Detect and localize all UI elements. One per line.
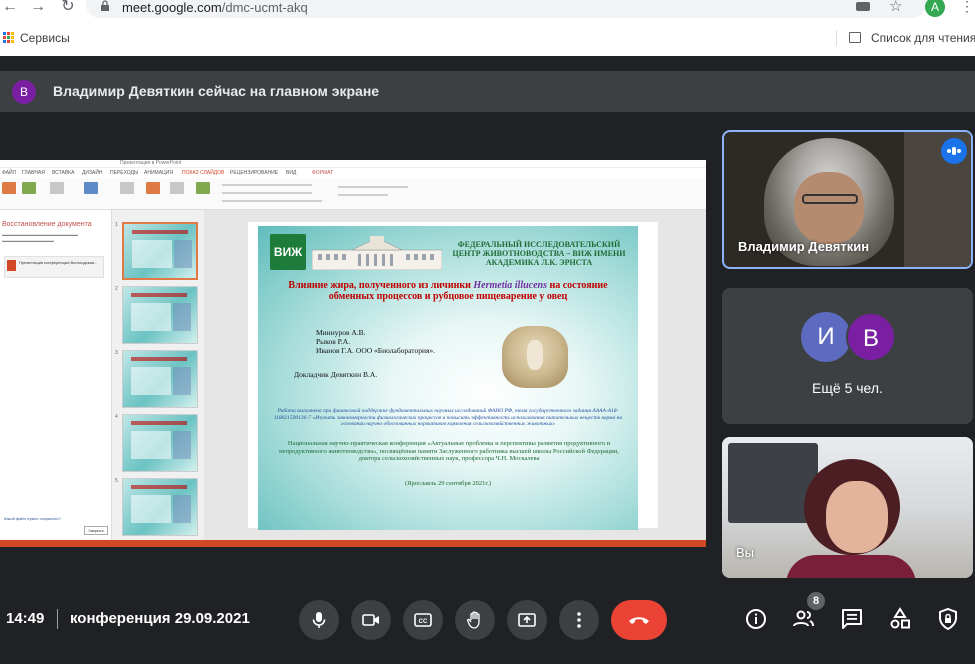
participant-avatar: В: [846, 312, 896, 362]
slide-thumbnail[interactable]: [122, 478, 198, 536]
self-label: Вы: [736, 545, 755, 560]
participant-name: Владимир Девяткин: [738, 239, 870, 254]
url-text[interactable]: meet.google.com/dmc-ucmt-akq: [122, 0, 308, 15]
people-icon: [793, 610, 814, 627]
participant-avatar: И: [801, 312, 851, 362]
bookmarks-bar: Сервисы Список для чтения: [0, 26, 975, 50]
present-screen-button[interactable]: [507, 600, 547, 640]
speaker-line: Докладчик Девяткин В.А.: [294, 370, 378, 379]
ppt-tab: ВСТАВКА: [52, 170, 75, 176]
more-options-button[interactable]: [559, 600, 599, 640]
authors-list: Миннуров А.В. Рыков Р.А. Иванов Г.А. ООО…: [316, 328, 436, 355]
clock: 14:49: [6, 610, 45, 627]
participant-tile-others[interactable]: И В Ещё 5 чел.: [722, 288, 973, 424]
captions-button[interactable]: CC: [403, 600, 443, 640]
ppt-tab: ПЕРЕХОДЫ: [110, 170, 139, 176]
institute-name: ФЕДЕРАЛЬНЫЙ ИССЛЕДОВАТЕЛЬСКИЙ ЦЕНТР ЖИВО…: [452, 240, 626, 267]
info-icon: [746, 609, 766, 629]
slide-thumbnail[interactable]: [122, 286, 198, 344]
institute-logo: ВИЖ: [270, 234, 306, 270]
bookmarks-divider: [836, 30, 837, 46]
ppt-tab: АНИМАЦИЯ: [144, 170, 173, 176]
recovered-file-item[interactable]: Презентация конференция Вологодская...: [4, 256, 104, 278]
ppt-tab: ДИЗАЙН: [82, 170, 103, 176]
conference-info: Национальная научно-практическая конфере…: [279, 440, 619, 462]
profile-avatar[interactable]: A: [925, 0, 945, 17]
activities-button[interactable]: [887, 606, 913, 632]
reload-icon[interactable]: ↻: [58, 0, 78, 18]
participant-tile-self[interactable]: Вы: [722, 437, 973, 578]
more-vert-icon: [577, 612, 581, 628]
current-slide: ВИЖ ФЕДЕРАЛЬНЫЙ ИССЛЕДОВАТЕЛЬСКИЙ ЦЕНТР …: [258, 226, 638, 530]
hang-up-icon: [629, 617, 649, 624]
bottom-divider: [57, 609, 58, 629]
presentation-banner: В Владимир Девяткин сейчас на главном эк…: [0, 71, 975, 112]
presenter-avatar: В: [12, 80, 36, 104]
speaking-indicator-icon: [941, 138, 967, 164]
reading-list-icon[interactable]: [849, 32, 861, 43]
video-camera-icon: [362, 614, 379, 626]
ppt-tab-active: ПОКАЗ СЛАЙДОВ: [182, 170, 225, 176]
people-button[interactable]: [791, 606, 817, 632]
ppt-title-bar: Презентация в PowerPoint: [0, 160, 706, 168]
funding-note: Работа выполнена при финансовой поддержк…: [273, 408, 623, 427]
apps-bookmark[interactable]: Сервисы: [20, 31, 70, 45]
browser-menu-icon[interactable]: ⋮: [960, 0, 974, 15]
shared-screen: Презентация в PowerPoint ФАЙЛ ГЛАВНАЯ ВС…: [0, 160, 706, 547]
ppt-ribbon: [0, 178, 706, 210]
toolbar: ← → ↻ meet.google.com/dmc-ucmt-akq ☆ A ⋮: [0, 0, 975, 22]
present-screen-icon: [518, 613, 536, 627]
closed-captions-icon: CC: [414, 613, 432, 627]
host-controls-button[interactable]: [935, 606, 961, 632]
participants-count-badge: 8: [807, 592, 825, 610]
activities-icon: [890, 607, 910, 629]
back-arrow-icon[interactable]: ←: [0, 0, 20, 18]
building-image: [312, 236, 442, 270]
slide-thumbnail[interactable]: [122, 350, 198, 408]
apps-grid-icon[interactable]: [3, 32, 14, 43]
bookmark-star-icon[interactable]: ☆: [889, 0, 902, 15]
hand-icon: [466, 611, 480, 629]
svg-text:CC: CC: [419, 619, 428, 625]
powerpoint-file-icon: [7, 260, 16, 271]
ppt-ribbon-tabs: ФАЙЛ ГЛАВНАЯ ВСТАВКА ДИЗАЙН ПЕРЕХОДЫ АНИ…: [0, 168, 706, 178]
sheep-image: [502, 326, 568, 388]
microphone-icon: [312, 612, 326, 628]
leave-call-button[interactable]: [611, 600, 667, 640]
self-video: [826, 481, 888, 553]
slide-thumbnails: 1 2 3 4 5: [112, 210, 204, 540]
raise-hand-button[interactable]: [455, 600, 495, 640]
browser-chrome: ← → ↻ meet.google.com/dmc-ucmt-akq ☆ A ⋮…: [0, 0, 975, 56]
slide-thumbnail[interactable]: [122, 414, 198, 472]
meeting-name: конференция 29.09.2021: [70, 610, 250, 627]
chat-icon: [842, 609, 862, 629]
microphone-button[interactable]: [299, 600, 339, 640]
shield-lock-icon: [939, 607, 957, 631]
more-participants-label: Ещё 5 чел.: [812, 380, 883, 396]
forward-arrow-icon[interactable]: →: [28, 0, 48, 18]
recovery-help-link[interactable]: Какой файл нужно сохранить?: [4, 516, 61, 521]
camera-button[interactable]: [351, 600, 391, 640]
ppt-tab: ФАЙЛ: [2, 170, 16, 176]
document-recovery-pane: Восстановление документа ▬▬▬▬▬▬▬▬▬▬▬▬▬▬▬…: [0, 210, 112, 540]
ppt-tab: ВИД: [286, 170, 297, 176]
reading-list-button[interactable]: Список для чтения: [871, 31, 975, 45]
conference-date: (Ярославль 29 сентября 2021г.): [404, 480, 492, 487]
close-recovery-button[interactable]: Закрыть: [84, 526, 108, 535]
slide-title: Влияние жира, полученного из личинки Her…: [288, 280, 608, 302]
lock-icon: [101, 0, 109, 11]
presentation-status-text: Владимир Девяткин сейчас на главном экра…: [53, 83, 380, 99]
ppt-tab: ФОРМАТ: [312, 170, 334, 176]
meeting-details-button[interactable]: [743, 606, 769, 632]
camera-permission-icon[interactable]: [856, 2, 870, 11]
slide-thumbnail[interactable]: [122, 222, 198, 280]
slide-editor: ВИЖ ФЕДЕРАЛЬНЫЙ ИССЛЕДОВАТЕЛЬСКИЙ ЦЕНТР …: [204, 210, 706, 540]
ppt-tab: РЕЦЕНЗИРОВАНИЕ: [230, 170, 279, 176]
ppt-status-bar: [0, 540, 706, 547]
participant-tile-presenter[interactable]: Владимир Девяткин: [722, 130, 973, 269]
chat-button[interactable]: [839, 606, 865, 632]
ppt-tab: ГЛАВНАЯ: [22, 170, 45, 176]
recovery-title: Восстановление документа: [2, 221, 92, 228]
